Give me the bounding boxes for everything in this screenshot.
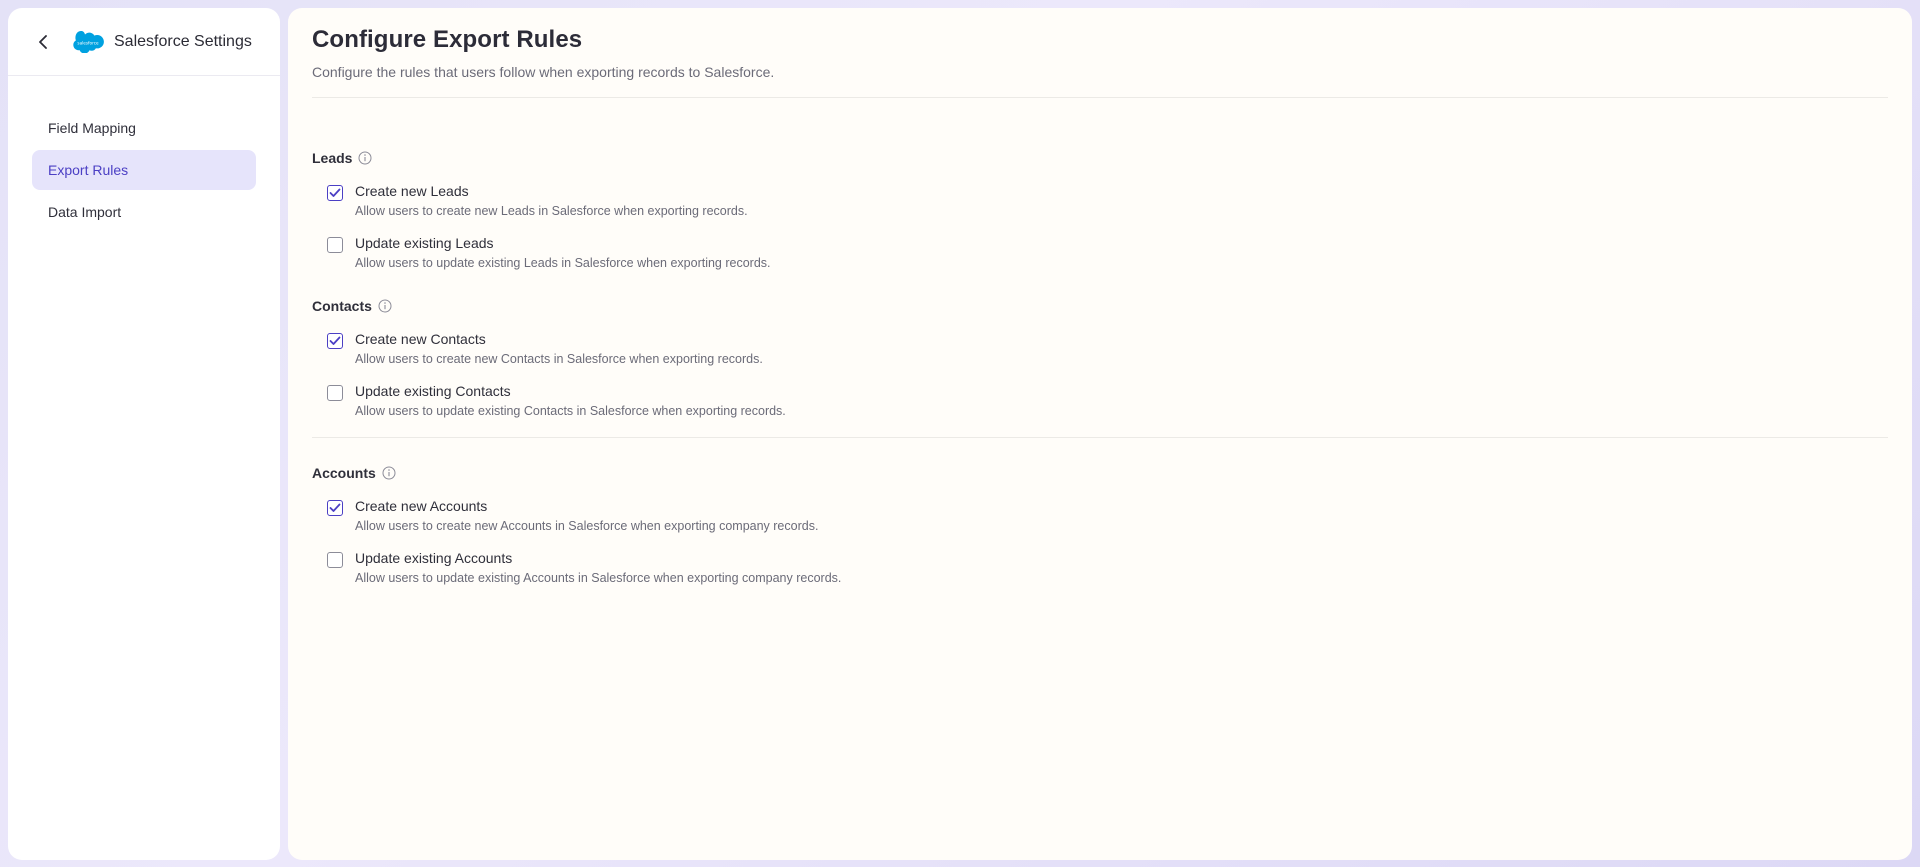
section-label-text: Contacts: [312, 298, 372, 314]
sidebar-item-label: Export Rules: [48, 162, 129, 178]
checkmark-icon: [329, 188, 341, 197]
section-label: Leads: [312, 149, 1888, 167]
sidebar: salesforce Salesforce Settings Field Map…: [8, 8, 280, 860]
section-contacts: Contacts Create new Contacts Allow users…: [288, 297, 1912, 419]
rule-title: Create new Contacts: [355, 331, 486, 347]
section-label: Contacts: [312, 297, 1888, 315]
page-subtitle: Configure the rules that users follow wh…: [312, 64, 775, 80]
create-leads-checkbox[interactable]: [327, 185, 343, 201]
rule-title: Create new Accounts: [355, 498, 488, 514]
rule-description: Allow users to update existing Accounts …: [355, 571, 842, 585]
salesforce-logo-icon: salesforce: [72, 30, 104, 53]
rule-description: Allow users to create new Accounts in Sa…: [355, 519, 819, 533]
create-accounts-checkbox[interactable]: [327, 500, 343, 516]
checkmark-icon: [329, 503, 341, 512]
rule-title: Update existing Leads: [355, 235, 494, 251]
update-contacts-checkbox[interactable]: [327, 385, 343, 401]
create-contacts-checkbox[interactable]: [327, 333, 343, 349]
svg-text:salesforce: salesforce: [77, 40, 99, 45]
info-icon[interactable]: [358, 151, 372, 165]
info-icon[interactable]: [378, 299, 392, 313]
checkmark-icon: [329, 336, 341, 345]
sidebar-item-export-rules[interactable]: Export Rules: [32, 150, 256, 190]
rule-create-leads: Create new Leads Allow users to create n…: [327, 182, 1888, 219]
rule-create-contacts: Create new Contacts Allow users to creat…: [327, 330, 1888, 367]
page-header: Configure Export Rules Configure the rul…: [288, 8, 1912, 80]
rule-title: Create new Leads: [355, 183, 469, 199]
rule-update-contacts: Update existing Contacts Allow users to …: [327, 382, 1888, 419]
sidebar-item-label: Field Mapping: [48, 120, 136, 136]
sidebar-item-data-import[interactable]: Data Import: [32, 192, 256, 232]
rule-description: Allow users to update existing Contacts …: [355, 404, 786, 418]
rule-title: Update existing Accounts: [355, 550, 513, 566]
sidebar-title: Salesforce Settings: [114, 32, 252, 50]
section-label-text: Leads: [312, 150, 353, 166]
section-label: Accounts: [312, 464, 1888, 482]
update-accounts-checkbox[interactable]: [327, 552, 343, 568]
rule-description: Allow users to create new Leads in Sales…: [355, 204, 748, 218]
section-label-text: Accounts: [312, 465, 376, 481]
rule-update-accounts: Update existing Accounts Allow users to …: [327, 549, 1888, 586]
section-accounts: Accounts Create new Accounts Allow users…: [288, 464, 1912, 586]
section-divider: [312, 437, 1888, 438]
sidebar-item-field-mapping[interactable]: Field Mapping: [32, 108, 256, 148]
rule-description: Allow users to create new Contacts in Sa…: [355, 352, 763, 366]
header-divider: [312, 97, 1888, 98]
rule-title: Update existing Contacts: [355, 383, 511, 399]
rule-create-accounts: Create new Accounts Allow users to creat…: [327, 497, 1888, 534]
sidebar-nav: Field Mapping Export Rules Data Import: [8, 76, 280, 232]
info-icon[interactable]: [382, 466, 396, 480]
section-leads: Leads Create new Leads Allow users to cr…: [288, 149, 1912, 271]
main-panel: Configure Export Rules Configure the rul…: [288, 8, 1912, 860]
rule-update-leads: Update existing Leads Allow users to upd…: [327, 234, 1888, 271]
page-title: Configure Export Rules: [312, 26, 583, 53]
chevron-left-icon[interactable]: [34, 32, 54, 52]
sidebar-header: salesforce Salesforce Settings: [8, 8, 280, 76]
rule-description: Allow users to update existing Leads in …: [355, 256, 771, 270]
app-window: salesforce Salesforce Settings Field Map…: [0, 0, 1920, 867]
sidebar-item-label: Data Import: [48, 204, 122, 220]
update-leads-checkbox[interactable]: [327, 237, 343, 253]
